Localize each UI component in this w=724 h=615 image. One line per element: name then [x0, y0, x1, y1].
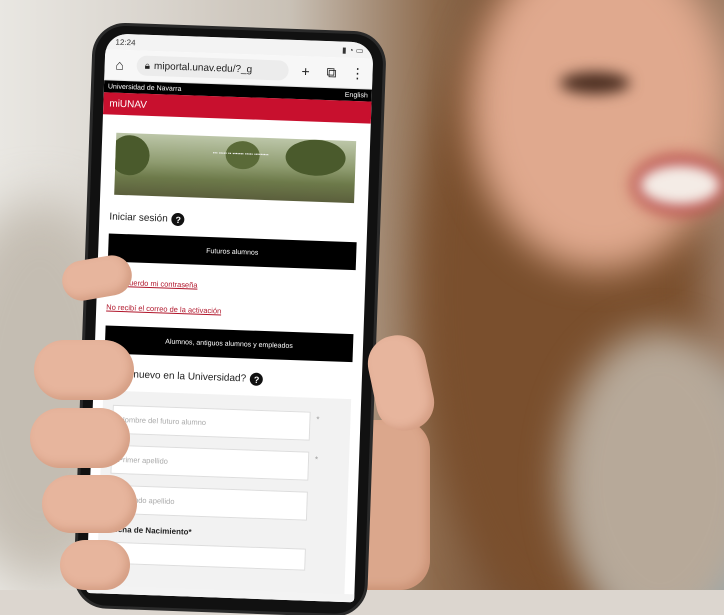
- status-time: 12:24: [115, 37, 136, 47]
- students-employees-button[interactable]: Alumnos, antiguos alumnos y empleados: [104, 325, 354, 363]
- menu-icon[interactable]: ⋮: [348, 64, 367, 82]
- address-bar[interactable]: 🔒︎ miportal.unav.edu/?_g: [136, 55, 289, 81]
- required-mark: *: [316, 414, 320, 425]
- login-heading-text: Iniciar sesión: [109, 211, 168, 225]
- finger: [60, 540, 130, 590]
- required-mark: *: [314, 454, 319, 464]
- home-icon[interactable]: ⌂: [110, 57, 129, 74]
- first-surname-input[interactable]: Primer apellido *: [110, 444, 318, 481]
- finger: [30, 408, 130, 468]
- login-heading: Iniciar sesión ?: [109, 211, 357, 233]
- question-icon[interactable]: ?: [171, 212, 185, 227]
- new-tab-icon[interactable]: +: [296, 63, 315, 80]
- hero-image: ▪▪▪ ▪▪▪▪▪ ▪▪ ▪▪▪▪▪▪▪ ▪▪▪▪▪ ▪▪▪▪▪▪▪▪▪: [114, 132, 357, 204]
- future-students-button[interactable]: Futuros alumnos: [107, 233, 357, 271]
- tabs-icon[interactable]: ⧉: [322, 63, 341, 81]
- lock-icon: 🔒︎: [144, 60, 151, 72]
- portal-name[interactable]: miUNAV: [109, 98, 147, 110]
- question-icon[interactable]: ?: [249, 372, 264, 387]
- finger: [42, 475, 137, 533]
- status-icons: ▮ ◔ ▭: [341, 45, 364, 55]
- language-link[interactable]: English: [345, 91, 368, 99]
- forgot-password-link[interactable]: No recuerdo mi contraseña: [107, 278, 355, 296]
- finger: [34, 340, 134, 400]
- woman-eye: [560, 72, 630, 94]
- signup-heading: ¿Eres nuevo en la Universidad? ?: [104, 367, 352, 389]
- future-student-name-input[interactable]: Nombre del futuro alumno *: [111, 404, 320, 441]
- no-activation-link[interactable]: No recibí el correo de la activación: [106, 303, 354, 321]
- woman-smile-teeth: [640, 165, 720, 205]
- second-surname-input[interactable]: Segundo apellido: [109, 484, 308, 521]
- birth-day-input[interactable]: DD: [107, 541, 306, 571]
- field-placeholder: Primer apellido: [117, 455, 169, 466]
- field-placeholder: Nombre del futuro alumno: [119, 415, 207, 428]
- url-text: miportal.unav.edu/?_g: [153, 60, 253, 75]
- tree: [114, 134, 151, 176]
- university-name: Universidad de Navarra: [107, 82, 182, 93]
- birth-date-label: Fecha de Nacimiento*: [108, 524, 192, 537]
